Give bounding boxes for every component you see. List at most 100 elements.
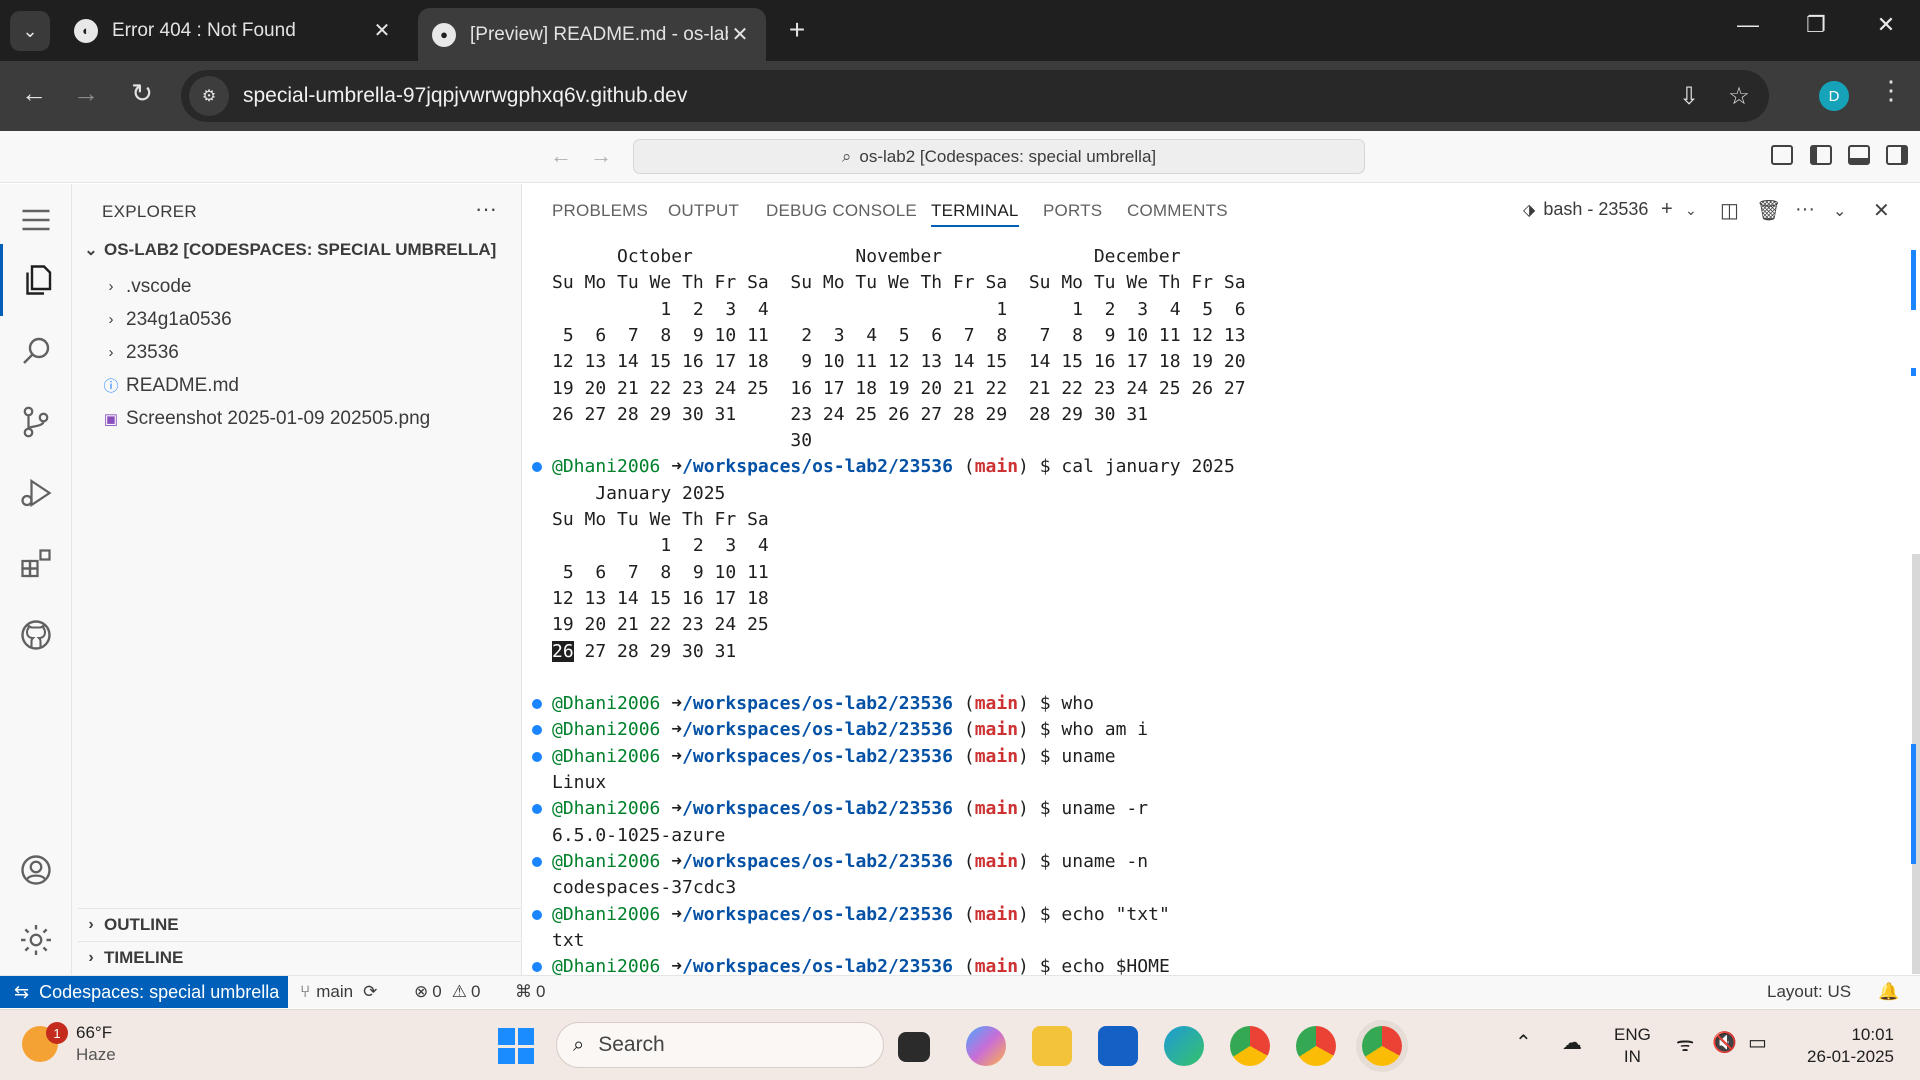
ports-status[interactable]: ⌘ 0: [515, 982, 545, 1002]
branch-status[interactable]: ⑂ main ⟳: [300, 982, 377, 1002]
trash-icon[interactable]: 🗑: [1756, 198, 1781, 223]
browser-tab-error404[interactable]: ◐ Error 404 : Not Found ✕: [60, 8, 408, 53]
close-icon[interactable]: ✕: [728, 22, 752, 47]
url-text[interactable]: special-umbrella-97jqpjvwrwgphxq6v.githu…: [243, 84, 687, 108]
new-terminal-icon[interactable]: +: [1661, 198, 1673, 221]
terminal-selector[interactable]: ⬗ bash - 23536: [1523, 199, 1648, 220]
forward-button[interactable]: →: [68, 78, 104, 109]
search-icon[interactable]: [0, 315, 72, 387]
tab-output[interactable]: OUTPUT: [668, 201, 739, 221]
close-icon[interactable]: ✕: [370, 18, 394, 43]
command-decoration-icon[interactable]: [532, 910, 542, 920]
install-app-icon[interactable]: ⇩: [1669, 82, 1709, 111]
command-center[interactable]: ⌕ os-lab2 [Codespaces: special umbrella]: [633, 139, 1365, 174]
chrome-icon[interactable]: [1230, 1026, 1270, 1066]
terminal-command: who: [1061, 693, 1094, 714]
toggle-panel-icon[interactable]: [1848, 145, 1870, 165]
close-panel-icon[interactable]: ✕: [1873, 198, 1890, 223]
tree-item-readme[interactable]: ⓘ README.md: [98, 369, 238, 402]
reload-button[interactable]: ↻: [124, 78, 160, 109]
volume-muted-icon[interactable]: 🔇: [1712, 1030, 1737, 1055]
minimize-icon[interactable]: —: [1728, 12, 1768, 38]
explorer-icon[interactable]: [0, 244, 72, 316]
window-close-icon[interactable]: ✕: [1866, 12, 1906, 38]
windows-taskbar: 1 66°F Haze ⌕ Search ⌃ ☁ ENG IN ᯤ 🔇 ▭ 10…: [0, 1009, 1920, 1080]
tab-search-button[interactable]: ⌄: [10, 11, 50, 51]
more-actions-icon[interactable]: ···: [475, 196, 497, 222]
weather-sun-icon: 1: [22, 1022, 68, 1062]
site-info-icon[interactable]: ⚙: [189, 76, 229, 116]
toggle-sidebar-icon[interactable]: [1810, 145, 1832, 165]
new-tab-button[interactable]: +: [780, 14, 814, 46]
weather-widget[interactable]: 1 66°F Haze: [22, 1022, 116, 1066]
start-button[interactable]: [498, 1028, 534, 1064]
task-view-icon[interactable]: [898, 1032, 930, 1062]
sync-icon[interactable]: ⟳: [363, 982, 377, 1002]
github-icon[interactable]: [0, 599, 72, 671]
back-button[interactable]: ←: [16, 78, 52, 109]
taskbar-search[interactable]: ⌕ Search: [556, 1022, 884, 1068]
store-icon[interactable]: [1098, 1026, 1138, 1066]
file-explorer-icon[interactable]: [1032, 1026, 1072, 1066]
tree-item-vscode[interactable]: › .vscode: [98, 270, 192, 303]
tree-item-screenshot[interactable]: ▣ Screenshot 2025-01-09 202505.png: [98, 402, 430, 435]
wifi-icon[interactable]: ᯤ: [1676, 1030, 1694, 1057]
timeline-section[interactable]: › TIMELINE: [78, 941, 522, 974]
tab-debug-console[interactable]: DEBUG CONSOLE: [766, 201, 917, 221]
prompt-paren: (: [953, 851, 975, 872]
command-decoration-icon[interactable]: [532, 725, 542, 735]
language-indicator[interactable]: ENG IN: [1614, 1024, 1651, 1068]
tab-problems[interactable]: PROBLEMS: [552, 201, 648, 221]
profile-avatar[interactable]: D: [1819, 81, 1849, 111]
workspace-root-folder[interactable]: ⌄ OS-LAB2 [CODESPACES: SPECIAL UMBRELLA]: [78, 240, 496, 260]
tab-terminal[interactable]: TERMINAL: [931, 201, 1019, 227]
customize-layout-icon[interactable]: [1771, 145, 1793, 165]
restore-icon[interactable]: ❐: [1796, 12, 1836, 38]
go-back-icon[interactable]: ←: [550, 143, 572, 169]
bookmark-star-icon[interactable]: ☆: [1719, 82, 1759, 111]
address-bar[interactable]: ⚙ special-umbrella-97jqpjvwrwgphxq6v.git…: [181, 70, 1769, 122]
bell-icon[interactable]: 🔔: [1878, 982, 1899, 1002]
terminal-output-line: Su Mo Tu We Th Fr Sa: [552, 509, 769, 530]
accounts-icon[interactable]: [0, 834, 72, 906]
gear-icon[interactable]: [0, 904, 72, 976]
tree-item-23536[interactable]: › 23536: [98, 336, 179, 369]
clock[interactable]: 10:01 26-01-2025: [1798, 1024, 1894, 1068]
tab-comments[interactable]: COMMENTS: [1127, 201, 1228, 221]
tab-ports[interactable]: PORTS: [1043, 201, 1102, 221]
terminal-output[interactable]: October November December Su Mo Tu We Th …: [523, 244, 1903, 975]
go-forward-icon[interactable]: →: [590, 143, 612, 169]
weather-desc: Haze: [76, 1045, 116, 1064]
command-decoration-icon[interactable]: [532, 699, 542, 709]
battery-icon[interactable]: ▭: [1748, 1030, 1767, 1055]
extensions-icon[interactable]: [0, 528, 72, 600]
toggle-secondary-sidebar-icon[interactable]: [1886, 145, 1908, 165]
chevron-down-icon[interactable]: ⌄: [1833, 201, 1846, 221]
chrome-icon[interactable]: [1296, 1026, 1336, 1066]
edge-icon[interactable]: [1164, 1026, 1204, 1066]
chevron-up-icon[interactable]: ⌃: [1515, 1030, 1532, 1055]
command-decoration-icon[interactable]: [532, 962, 542, 972]
remote-indicator[interactable]: ⇆ Codespaces: special umbrella: [0, 976, 288, 1008]
chevron-down-icon[interactable]: ⌄: [1685, 202, 1697, 219]
command-decoration-icon[interactable]: [532, 804, 542, 814]
onedrive-icon[interactable]: ☁: [1562, 1030, 1582, 1055]
terminal-prompt-line: @Dhani2006 ➜/workspaces/os-lab2/23536 (m…: [552, 796, 1148, 822]
command-decoration-icon[interactable]: [532, 857, 542, 867]
terminal-command: uname -n: [1061, 851, 1149, 872]
problems-status[interactable]: ⊗ 0 ⚠ 0: [414, 982, 480, 1002]
chrome-profile-icon[interactable]: [1362, 1026, 1402, 1066]
copilot-icon[interactable]: [966, 1026, 1006, 1066]
command-decoration-icon[interactable]: [532, 462, 542, 472]
browser-tab-readme-preview[interactable]: ● [Preview] README.md - os-lab2 ✕: [418, 8, 766, 61]
keyboard-layout[interactable]: Layout: US: [1767, 982, 1851, 1002]
terminal-scrollbar[interactable]: [1908, 244, 1920, 975]
command-decoration-icon[interactable]: [532, 752, 542, 762]
tree-item-234g1a0536[interactable]: › 234g1a0536: [98, 303, 232, 336]
outline-section[interactable]: › OUTLINE: [78, 908, 522, 941]
more-actions-icon[interactable]: ···: [1795, 198, 1815, 221]
source-control-icon[interactable]: [0, 386, 72, 458]
run-debug-icon[interactable]: [0, 457, 72, 529]
split-terminal-icon[interactable]: ◫: [1720, 198, 1739, 223]
browser-menu-icon[interactable]: ⋮: [1878, 75, 1904, 106]
